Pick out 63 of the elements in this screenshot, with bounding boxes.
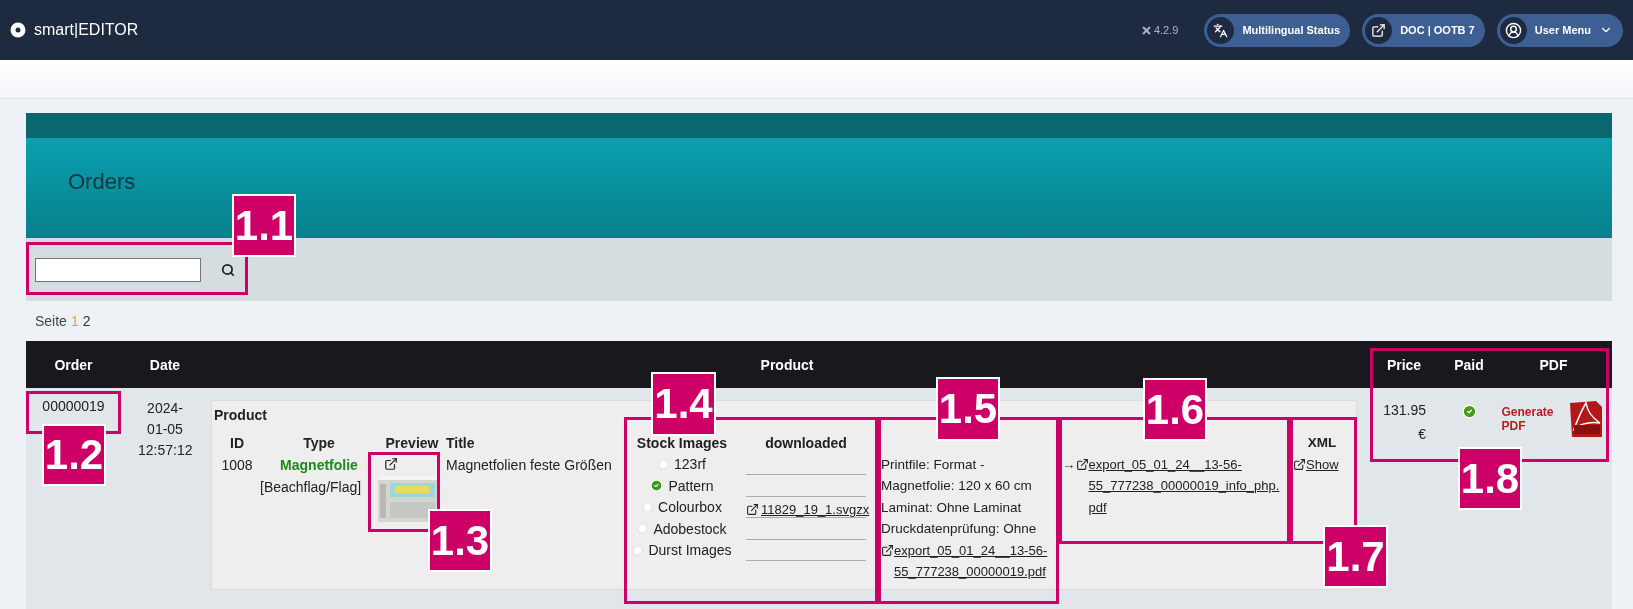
version-number: 4.2.9 (1153, 24, 1179, 36)
stock-source: Adobestock (653, 520, 727, 537)
product-id: 1008 (220, 457, 254, 473)
external-link-icon (881, 543, 894, 557)
external-link-icon (1293, 457, 1306, 471)
product-type-detail: [Beachflag/Flag] (260, 479, 363, 495)
file-link[interactable]: 11829_19_1.svgzx (746, 502, 870, 517)
search-icon[interactable] (221, 262, 235, 277)
stock-source: Colourbox (658, 499, 722, 516)
column-header: Order (26, 341, 121, 388)
search-field[interactable] (35, 257, 201, 282)
annotation-label: 1.6 (1143, 378, 1207, 441)
printfile-line: Druckdatenprüfung: Ohne (881, 520, 1038, 538)
xml-link[interactable]: Show (1306, 453, 1339, 475)
column-header: Date (121, 341, 209, 388)
subcolumn-header: Preview (384, 435, 440, 451)
external-link-icon (746, 503, 759, 516)
stock-source: Pattern (668, 477, 714, 494)
annotation-label: 1.7 (1323, 525, 1388, 588)
product-title: Magnetfolien feste Größen (446, 457, 613, 473)
subcolumn-header: XML (1306, 434, 1338, 452)
printfile-line: Laminat: Ohne Laminat (881, 498, 1023, 517)
header-button[interactable]: User Menu (1496, 13, 1623, 47)
page-label: Seite (35, 313, 67, 329)
price: 131.95 € (1382, 401, 1426, 444)
arrow-icon: → (1062, 453, 1076, 518)
product-type: Magnetfolie (280, 457, 358, 473)
external-link-icon[interactable] (384, 456, 398, 471)
translate-icon (1213, 22, 1229, 38)
column-header: Paid (1443, 341, 1495, 388)
subcolumn-header: Stock Images (635, 434, 729, 451)
user-icon (1504, 21, 1522, 39)
external-link-icon (1075, 457, 1089, 471)
brand-name: smart|EDITOR (34, 21, 139, 39)
annotation-label: 1.4 (651, 372, 716, 436)
page-link[interactable]: 2 (82, 313, 91, 329)
external-link-icon (1371, 22, 1387, 38)
column-header: Price (1365, 341, 1443, 388)
printfile-line: Printfile: Format - Magnetfolie: 120 x 60 cm (881, 455, 1033, 495)
header-button[interactable]: DOC | OOTB 7 (1362, 13, 1485, 47)
subcolumn-header: ID (229, 435, 245, 451)
annotation-label: 1.8 (1458, 447, 1522, 510)
page-title: Orders (68, 169, 136, 195)
subcolumn-header: Title (446, 435, 476, 451)
stock-source: Durst Images (648, 542, 732, 559)
annotation-label: 1.5 (936, 377, 1000, 441)
generate-pdf-button[interactable]: Generate PDF (1495, 398, 1612, 440)
order-link[interactable]: 00000019 (26, 398, 121, 414)
header-button[interactable]: Multilingual Status (1204, 13, 1351, 47)
subcolumn-header: Type (302, 435, 336, 451)
order-date: 2024-01-05 12:57:12 (138, 399, 192, 460)
file-link[interactable]: export_05_01_24__13-56-55_777238_00000019.pdf (894, 539, 1053, 583)
column-header: Product (209, 341, 1365, 388)
annotation-label: 1.1 (232, 194, 296, 257)
annotation-label: 1.3 (428, 509, 492, 572)
logo-icon (10, 22, 26, 38)
stock-source: 123rf (674, 456, 706, 473)
annotation-label: 1.2 (42, 424, 106, 486)
column-header: PDF (1495, 341, 1612, 388)
file-link[interactable]: export_05_01_24__13-56-55_777238_00000019_info_php.pdf (1088, 453, 1284, 518)
subcolumn-header: downloaded (764, 434, 848, 451)
cross-icon (1141, 25, 1151, 35)
product-heading: Product (214, 407, 267, 423)
